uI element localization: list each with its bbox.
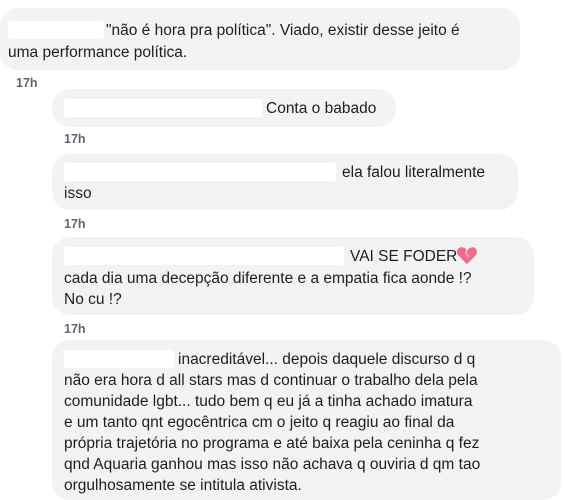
comment-text-line: "não é hora pra política". Viado, existi…: [106, 22, 460, 39]
reply-timestamp[interactable]: 17h: [64, 322, 86, 336]
comment-text-line: não era hora d all stars mas d continuar…: [64, 372, 478, 389]
reply-bubble: ela falou literalmente isso: [52, 154, 518, 210]
comment-bubble: "não é hora pra política". Viado, existi…: [0, 8, 520, 70]
comment-text-line: inacreditável... depois daquele discurso…: [178, 351, 476, 368]
comment-text-line: VAI SE FODER: [350, 248, 458, 265]
comment-text-line: própria trajetória no programa e até bai…: [64, 435, 480, 452]
comment-text-line: cada dia uma decepção diferente e a empa…: [64, 270, 472, 287]
comment-text-line: qnd Aquaria ganhou mas isso não achava q…: [64, 456, 481, 473]
reply-timestamp[interactable]: 17h: [64, 217, 86, 231]
comment-text-line: comunidade lgbt... tudo bem q eu já a ti…: [64, 393, 473, 410]
redacted-author-name: [64, 163, 336, 181]
comment-text-line: ela falou literalmente: [342, 164, 486, 181]
reply-bubble: inacreditável... depois daquele discurso…: [52, 340, 561, 500]
comment-timestamp[interactable]: 17h: [16, 76, 38, 90]
redacted-author-name: [64, 99, 262, 117]
comment-text-line: e um tanto qnt egocêntrica cm o jeito q …: [64, 414, 455, 431]
reply-bubble: Conta o babado: [52, 89, 396, 127]
comment-text-line: No cu !?: [64, 291, 122, 308]
comment-text-line: Conta o babado: [266, 100, 377, 117]
broken-heart-icon: [457, 247, 477, 265]
comment-text-line: uma performance política.: [8, 44, 188, 61]
redacted-author-name: [8, 21, 104, 39]
comment-text-line: isso: [64, 185, 92, 202]
reply-bubble: VAI SE FODER cada dia uma decepção difer…: [52, 237, 534, 315]
redacted-author-name: [64, 247, 344, 265]
reply-timestamp[interactable]: 17h: [64, 132, 86, 146]
redacted-author-name: [64, 350, 174, 368]
